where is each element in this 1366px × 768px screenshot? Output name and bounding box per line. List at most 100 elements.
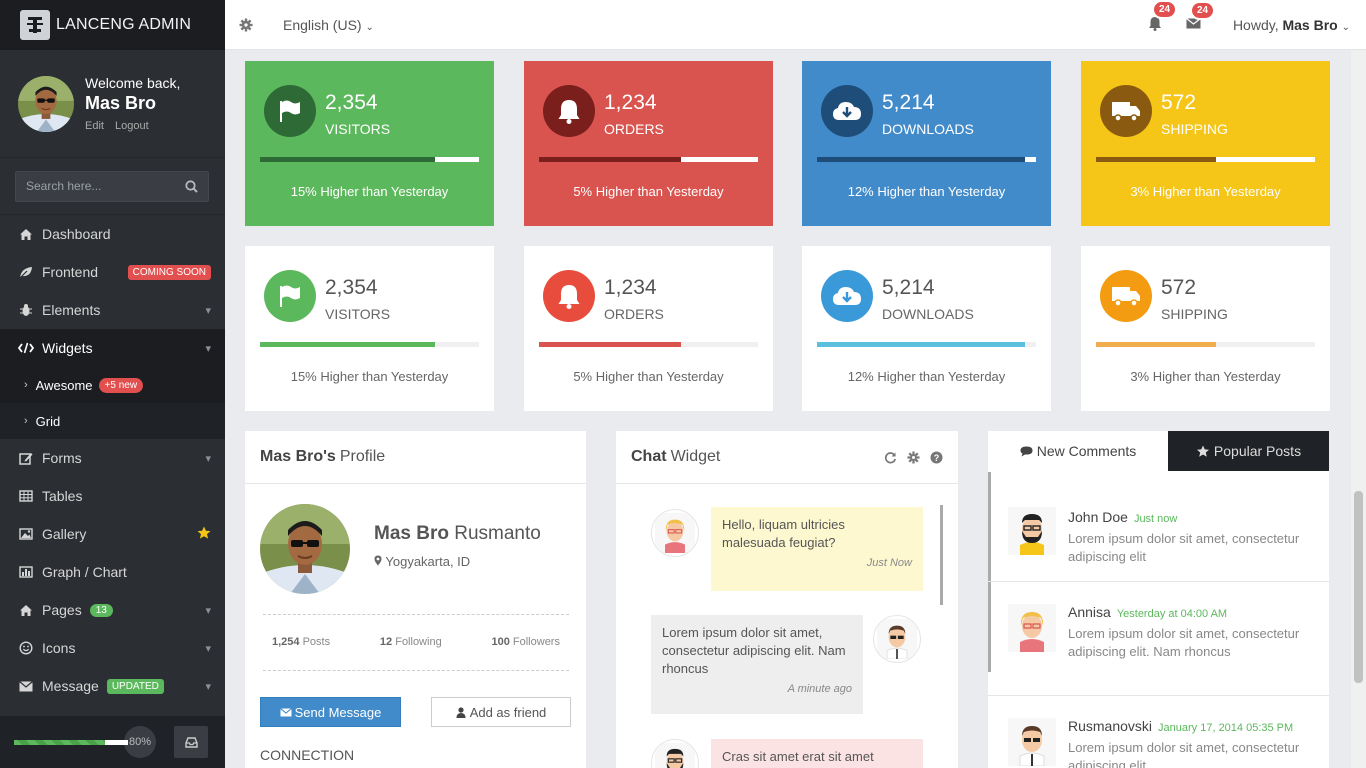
stat-progress-fill [1096,157,1217,162]
stat-footer: 12% Higher than Yesterday [847,369,1006,384]
stat-footer: 12% Higher than Yesterday [847,184,1006,199]
sidebar-item-frontend[interactable]: Frontend COMING SOON [0,253,225,291]
stat-footer: 3% Higher than Yesterday [1130,369,1281,384]
tab-new-comments[interactable]: New Comments [988,431,1168,471]
brand-name: LANCENG ADMIN [56,16,192,33]
sidebar-item-gallery[interactable]: Gallery [0,515,225,553]
brand-logo-icon [20,10,50,40]
chat-panel: Chat Widget ? Hello, liquam ultricies ma… [616,431,958,768]
edit-link[interactable]: Edit [85,120,104,132]
language-select[interactable]: English (US) ⌄ [283,17,374,33]
stat-caption: DOWNLOADS [882,121,974,137]
comment-author-name: John Doe [1068,509,1128,525]
chat-title-rest: Widget [670,448,721,465]
messages-button[interactable]: 24 [1186,1,1216,32]
profile-location-text: Yogyakarta, ID [385,554,471,569]
chat-scrollbar[interactable] [940,505,943,605]
chat-avatar [873,615,921,663]
comment-item[interactable]: Annisa Yesterday at 04:00 AM Lorem ipsum … [988,582,1329,696]
chevron-down-icon: ▾ [205,680,211,693]
stat-caption: VISITORS [325,121,391,137]
stat-tile-downloads[interactable]: 5,214 DOWNLOADS 12% Higher than Yesterda… [802,61,1051,226]
comment-text: Lorem ipsum dolor sit amet, consectetur … [1068,531,1300,564]
sidebar-item-graph-chart[interactable]: Graph / Chart [0,553,225,591]
messages-count-badge: 24 [1189,1,1216,20]
stat-tile-shipping-light[interactable]: 572 SHIPPING 3% Higher than Yesterday [1081,246,1330,411]
following-stat[interactable]: 12 Following [380,636,442,648]
comment-avatar [1008,507,1056,555]
stat-tile-shipping[interactable]: 572 SHIPPING 3% Higher than Yesterday [1081,61,1330,226]
divider [263,614,569,615]
comments-tabs: New Comments Popular Posts [988,431,1329,471]
sidebar-item-pages[interactable]: Pages 13 ▾ [0,591,225,629]
stat-progress-fill [260,157,436,162]
sidebar-item-dashboard[interactable]: Dashboard [0,215,225,253]
stat-caption: ORDERS [604,121,664,137]
profile-title-bold: Mas Bro's [260,448,336,465]
sidebar-subitem-awesome[interactable]: › Awesome +5 new [0,367,225,403]
stat-progress-fill [817,342,1026,347]
comment-author: John Doe Just now [1068,509,1177,525]
comment-item[interactable]: John Doe Just now Lorem ipsum dolor sit a… [988,471,1329,582]
sidebar-item-tables[interactable]: Tables [0,477,225,515]
stat-progress-fill [539,157,682,162]
sidebar-item-widgets[interactable]: Widgets ▾ [0,329,225,367]
stat-tile-visitors[interactable]: 2,354 VISITORS 15% Higher than Yesterday [245,61,494,226]
user-menu[interactable]: Howdy, Mas Bro ⌄ [1233,17,1350,33]
stat-progress-bar [539,342,758,347]
tab-popular-posts[interactable]: Popular Posts [1168,431,1329,471]
chat-message-time: A minute ago [787,683,852,695]
send-message-button[interactable]: Send Message [260,697,401,727]
stat-tile-visitors-light[interactable]: 2,354 VISITORS 15% Higher than Yesterday [245,246,494,411]
search-icon[interactable] [185,179,198,193]
gear-icon[interactable] [239,18,253,32]
followers-label: Followers [512,636,560,648]
chat-message-text: Cras sit amet erat sit amet [722,749,874,764]
posts-stat[interactable]: 1,254 Posts [272,636,330,648]
add-friend-button[interactable]: Add as friend [431,697,571,727]
tab-label: Popular Posts [1213,443,1302,459]
avatar[interactable] [18,76,74,132]
page-scrollbar[interactable] [1351,50,1366,768]
new-count-badge: +5 new [98,377,144,393]
search-input[interactable] [26,179,185,193]
chat-message-time: Just Now [866,557,912,569]
sidebar-search [15,170,209,202]
notifications-button[interactable]: 24 [1148,0,1178,34]
svg-text:?: ? [934,453,940,463]
sidebar-item-message[interactable]: Message UPDATED ▾ [0,667,225,705]
refresh-icon[interactable] [884,451,897,464]
stat-tile-downloads-light[interactable]: 5,214 DOWNLOADS 12% Higher than Yesterda… [802,246,1051,411]
chevron-down-icon: ▾ [205,452,211,465]
image-icon [18,528,34,540]
help-icon[interactable]: ? [930,451,943,464]
brand[interactable]: LANCENG ADMIN [0,0,225,50]
connection-heading: CONNECTION [260,747,355,763]
sidebar-item-elements[interactable]: Elements ▾ [0,291,225,329]
comment-item[interactable]: Rusmanovski January 17, 2014 05:35 PM Lor… [988,696,1329,768]
chevron-down-icon: ▾ [205,604,211,617]
gear-icon[interactable] [907,450,920,464]
sidebar-item-label: Grid [35,413,61,429]
stat-tile-orders[interactable]: 1,234 ORDERS 5% Higher than Yesterday [524,61,773,226]
followers-stat[interactable]: 100 Followers [491,636,560,648]
followers-count: 100 [491,636,510,648]
stat-number: 5,214 [882,276,935,299]
sidebar-subitem-grid[interactable]: › Grid [0,403,225,439]
logout-link[interactable]: Logout [115,120,149,132]
chat-message-text: Hello, liquam ultricies malesuada feugia… [722,517,845,550]
stat-number: 1,234 [604,91,657,114]
inbox-button[interactable] [174,726,208,758]
comment-icon [1020,446,1033,456]
profile-avatar[interactable] [260,504,350,594]
sidebar-item-label: Awesome [35,377,93,393]
sidebar: LANCENG ADMIN Welcome back, Mas Bro Edit… [0,0,225,768]
stat-footer: 5% Higher than Yesterday [573,369,724,384]
stat-tile-orders-light[interactable]: 1,234 ORDERS 5% Higher than Yesterday [524,246,773,411]
sidebar-item-forms[interactable]: Forms ▾ [0,439,225,477]
page-scrollbar-thumb[interactable] [1354,491,1363,683]
sidebar-item-icons[interactable]: Icons ▾ [0,629,225,667]
sidebar-menu: Dashboard Frontend COMING SOON Elements … [0,215,225,705]
stat-progress-bar [817,342,1036,347]
stat-caption: VISITORS [325,306,391,322]
